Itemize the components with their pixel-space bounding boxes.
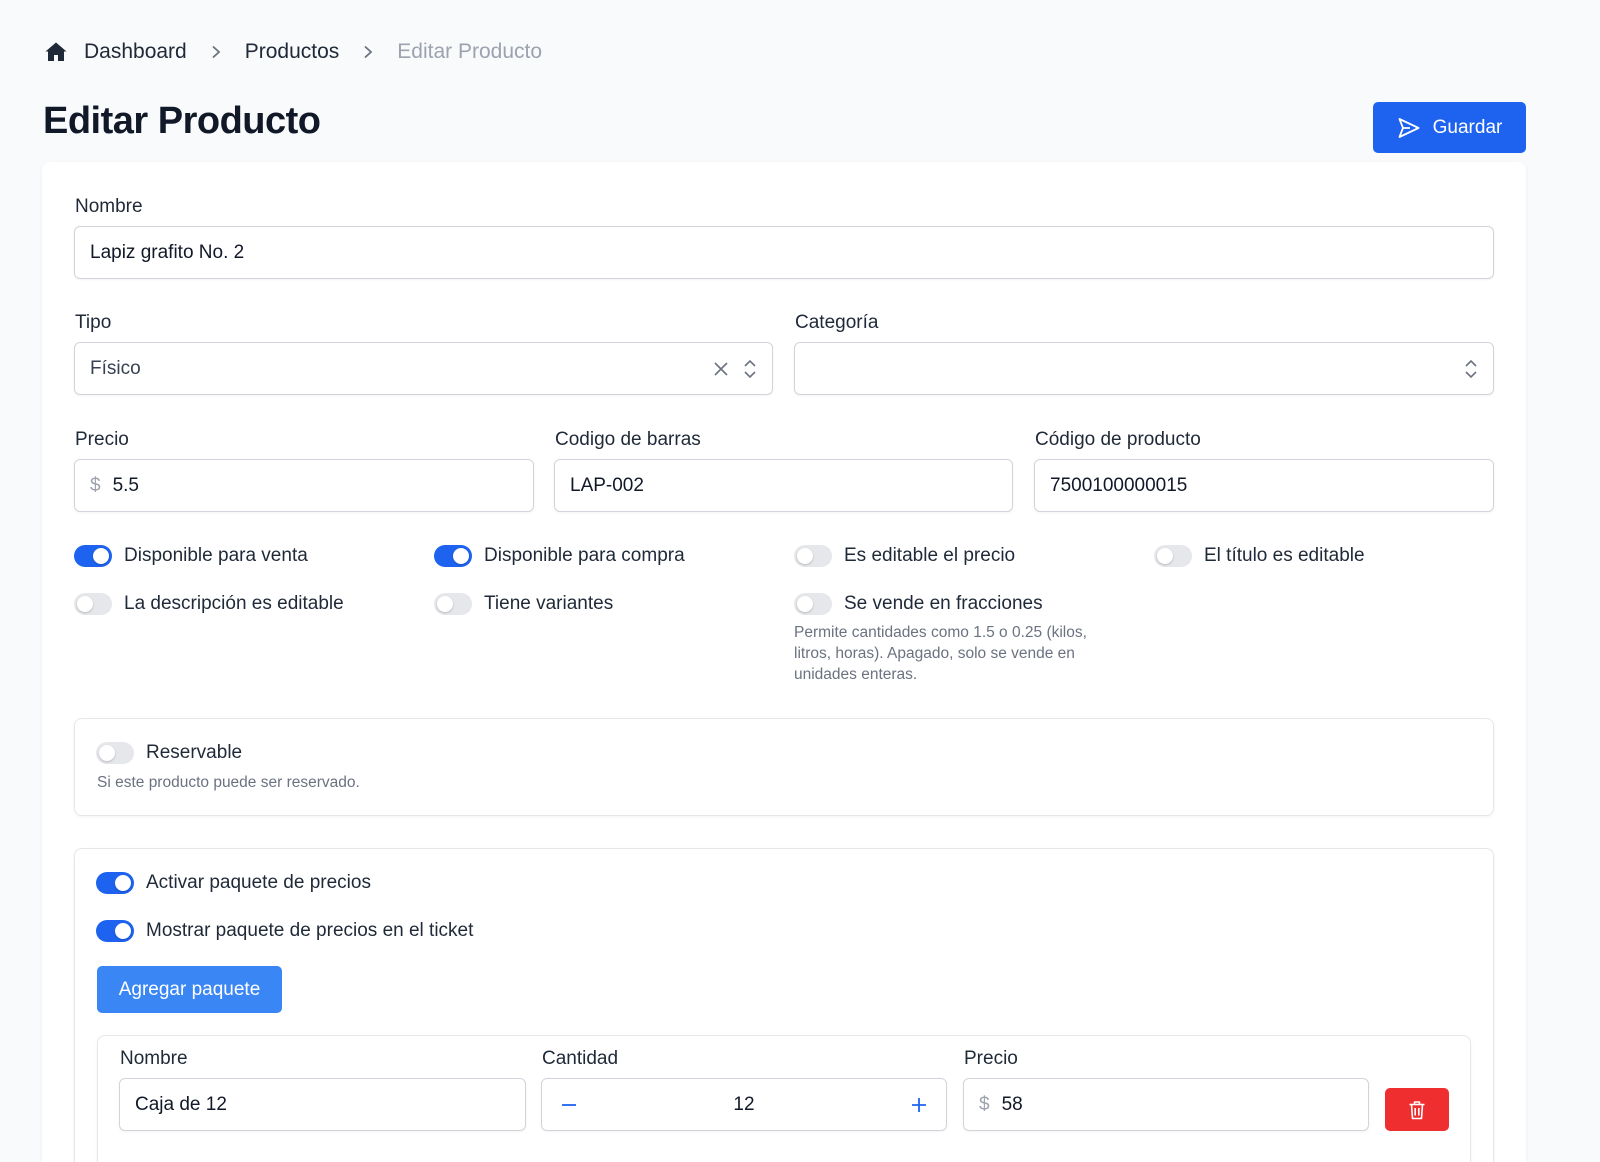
reservable-help-text: Si este producto puede ser reservado. (97, 774, 360, 791)
package-cantidad-stepper[interactable]: 12 (541, 1078, 947, 1131)
switch[interactable] (434, 545, 472, 567)
package-nombre-label: Nombre (120, 1048, 188, 1069)
package-nombre-input[interactable]: Caja de 12 (119, 1078, 526, 1131)
tipo-value: Físico (90, 357, 141, 379)
toggle-disponible-compra[interactable]: Disponible para compra (434, 545, 685, 567)
page-title: Editar Producto (43, 100, 321, 142)
switch[interactable] (794, 593, 832, 615)
tipo-select[interactable]: Físico (74, 342, 773, 395)
toggle-label: Tiene variantes (484, 593, 614, 614)
chevron-up-down-icon[interactable] (743, 358, 757, 380)
nombre-value: Lapiz grafito No. 2 (90, 241, 245, 263)
categoria-select[interactable] (794, 342, 1494, 395)
toggle-label: La descripción es editable (124, 593, 344, 614)
switch[interactable] (74, 593, 112, 615)
breadcrumb-item-current: Editar Producto (397, 40, 543, 63)
breadcrumb-item-dashboard[interactable]: Dashboard (84, 40, 187, 64)
save-button[interactable]: Guardar (1373, 102, 1526, 153)
clear-icon[interactable] (713, 361, 729, 377)
toggle-editable-precio[interactable]: Es editable el precio (794, 545, 1015, 567)
chevron-up-down-icon[interactable] (1464, 358, 1478, 380)
chevron-right-icon (361, 45, 375, 59)
switch[interactable] (96, 872, 134, 894)
package-precio-input[interactable]: $ 58 (963, 1078, 1369, 1131)
currency-prefix: $ (90, 474, 101, 496)
categoria-label: Categoría (795, 312, 879, 333)
add-package-button[interactable]: Agregar paquete (97, 966, 282, 1013)
codigo-producto-value: 7500100000015 (1050, 474, 1188, 496)
toggle-label: Se vende en fracciones (844, 593, 1043, 614)
save-button-label: Guardar (1432, 116, 1503, 138)
codigo-barras-label: Codigo de barras (555, 429, 701, 450)
package-cantidad-label: Cantidad (542, 1048, 619, 1069)
package-cantidad-value: 12 (733, 1093, 755, 1115)
codigo-barras-value: LAP-002 (570, 474, 644, 496)
switch[interactable] (74, 545, 112, 567)
plus-icon[interactable] (907, 1093, 931, 1117)
toggle-label: Disponible para venta (124, 545, 308, 566)
toggle-label: Activar paquete de precios (146, 872, 371, 893)
precio-value: 5.5 (112, 474, 139, 496)
toggle-tiene-variantes[interactable]: Tiene variantes (434, 593, 613, 615)
toggle-activar-paquete[interactable]: Activar paquete de precios (96, 872, 371, 894)
switch[interactable] (96, 920, 134, 942)
toggle-label: El título es editable (1204, 545, 1365, 566)
switch[interactable] (1154, 545, 1192, 567)
toggle-reservable[interactable]: Reservable (96, 742, 242, 764)
toggle-titulo-editable[interactable]: El título es editable (1154, 545, 1365, 567)
codigo-barras-input[interactable]: LAP-002 (554, 459, 1013, 512)
codigo-producto-label: Código de producto (1035, 429, 1201, 450)
breadcrumb: Dashboard Productos Editar Producto (44, 36, 542, 68)
precio-label: Precio (75, 429, 129, 450)
toggle-disponible-venta[interactable]: Disponible para venta (74, 545, 308, 567)
toggle-mostrar-paquete-ticket[interactable]: Mostrar paquete de precios en el ticket (96, 920, 473, 942)
toggle-label: Reservable (146, 742, 243, 763)
toggle-label: Mostrar paquete de precios en el ticket (146, 920, 474, 941)
switch[interactable] (434, 593, 472, 615)
breadcrumb-item-productos[interactable]: Productos (245, 40, 340, 64)
reservable-card (74, 718, 1494, 816)
send-icon (1397, 116, 1421, 140)
home-icon[interactable] (44, 40, 68, 64)
fracciones-help-text: Permite cantidades como 1.5 o 0.25 (kilo… (794, 624, 1087, 683)
nombre-label: Nombre (75, 196, 143, 217)
package-precio-value: 58 (1001, 1093, 1023, 1115)
toggle-vende-fracciones[interactable]: Se vende en fracciones (794, 593, 1043, 615)
minus-icon[interactable] (557, 1093, 581, 1117)
trash-icon (1408, 1100, 1426, 1120)
package-precio-label: Precio (964, 1048, 1018, 1069)
nombre-input[interactable]: Lapiz grafito No. 2 (74, 226, 1494, 279)
package-nombre-value: Caja de 12 (135, 1093, 227, 1115)
chevron-right-icon (209, 45, 223, 59)
switch[interactable] (794, 545, 832, 567)
toggle-label: Disponible para compra (484, 545, 685, 566)
toggle-label: Es editable el precio (844, 545, 1016, 566)
currency-prefix: $ (979, 1093, 990, 1115)
tipo-label: Tipo (75, 312, 112, 333)
switch[interactable] (96, 742, 134, 764)
delete-package-button[interactable] (1385, 1088, 1449, 1131)
precio-input[interactable]: $ 5.5 (74, 459, 534, 512)
toggle-descripcion-editable[interactable]: La descripción es editable (74, 593, 344, 615)
codigo-producto-input[interactable]: 7500100000015 (1034, 459, 1494, 512)
